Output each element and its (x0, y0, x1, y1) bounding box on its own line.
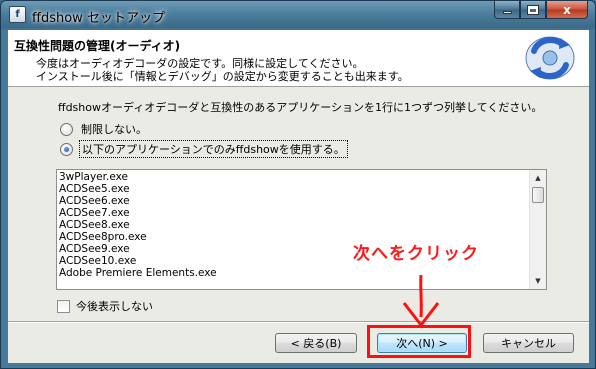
scroll-thumb[interactable] (532, 187, 544, 203)
maximize-button[interactable] (520, 1, 546, 19)
list-item: ACDSee8.exe (59, 219, 130, 231)
ffdshow-logo-icon (525, 36, 575, 80)
title-bar[interactable]: f ffdshow セットアップ x (1, 1, 595, 29)
instruction-text: ffdshowオーディオデコーダと互換性のあるアプリケーションを1行に1つずつ列… (58, 101, 543, 114)
close-button[interactable]: x (546, 1, 588, 19)
dialog-client-area: 互換性問題の管理(オーディオ) 今度はオーディオデコーダの設定です。同様に設定し… (8, 30, 589, 363)
page-description-line2: インストール後に「情報とデバッグ」の設定から変更することも出来ます。 (36, 70, 409, 83)
list-item: ACDSee5.exe (59, 183, 130, 195)
footer-separator (8, 321, 589, 323)
minimize-icon (502, 11, 512, 14)
list-item: Adobe Premiere Elements.exe (59, 267, 217, 279)
setup-window: f ffdshow セットアップ x 互換性問題の管理(オーディオ) 今度はオー… (0, 0, 596, 369)
option-no-restriction[interactable]: 制限しない。 (60, 121, 149, 137)
radio-listed-apps-only[interactable] (60, 142, 73, 156)
annotation-arrow-icon (402, 274, 440, 327)
option-label-listed-apps-only: 以下のアプリケーションでのみffdshowを使用する。 (79, 140, 348, 158)
dont-show-again-label: 今後表示しない (76, 300, 153, 313)
vertical-scrollbar[interactable]: ▲ ▼ (529, 170, 546, 289)
dont-show-again-checkbox[interactable] (57, 299, 70, 313)
application-list-textbox[interactable]: 3wPlayer.exe ACDSee5.exe ACDSee6.exe ACD… (56, 169, 547, 290)
list-item: ACDSee7.exe (59, 207, 130, 219)
scroll-up-arrow-icon[interactable]: ▲ (530, 170, 546, 186)
list-item: ACDSee6.exe (59, 195, 130, 207)
annotation-highlight-box (367, 325, 471, 358)
dont-show-again-option[interactable]: 今後表示しない (57, 298, 153, 314)
cancel-button-label: キャンセル (501, 337, 556, 350)
window-title: ffdshow セットアップ (32, 11, 165, 26)
back-button[interactable]: < 戻る(B) (275, 333, 357, 353)
maximize-icon (527, 4, 539, 15)
scroll-down-arrow-icon[interactable]: ▼ (530, 273, 546, 289)
back-button-label: < 戻る(B) (290, 337, 342, 350)
app-icon: f (9, 6, 26, 23)
cancel-button[interactable]: キャンセル (483, 333, 574, 353)
close-icon: x (563, 2, 571, 17)
radio-no-restriction[interactable] (60, 122, 73, 136)
annotation-click-next-text: 次へをクリック (353, 244, 479, 264)
wizard-header: 互換性問題の管理(オーディオ) 今度はオーディオデコーダの設定です。同様に設定し… (8, 30, 589, 87)
minimize-button[interactable] (494, 1, 520, 19)
list-item: 3wPlayer.exe (59, 171, 128, 183)
option-label-no-restriction: 制限しない。 (81, 123, 147, 136)
option-listed-apps-only[interactable]: 以下のアプリケーションでのみffdshowを使用する。 (60, 140, 348, 158)
page-title: 互換性問題の管理(オーディオ) (14, 39, 181, 53)
